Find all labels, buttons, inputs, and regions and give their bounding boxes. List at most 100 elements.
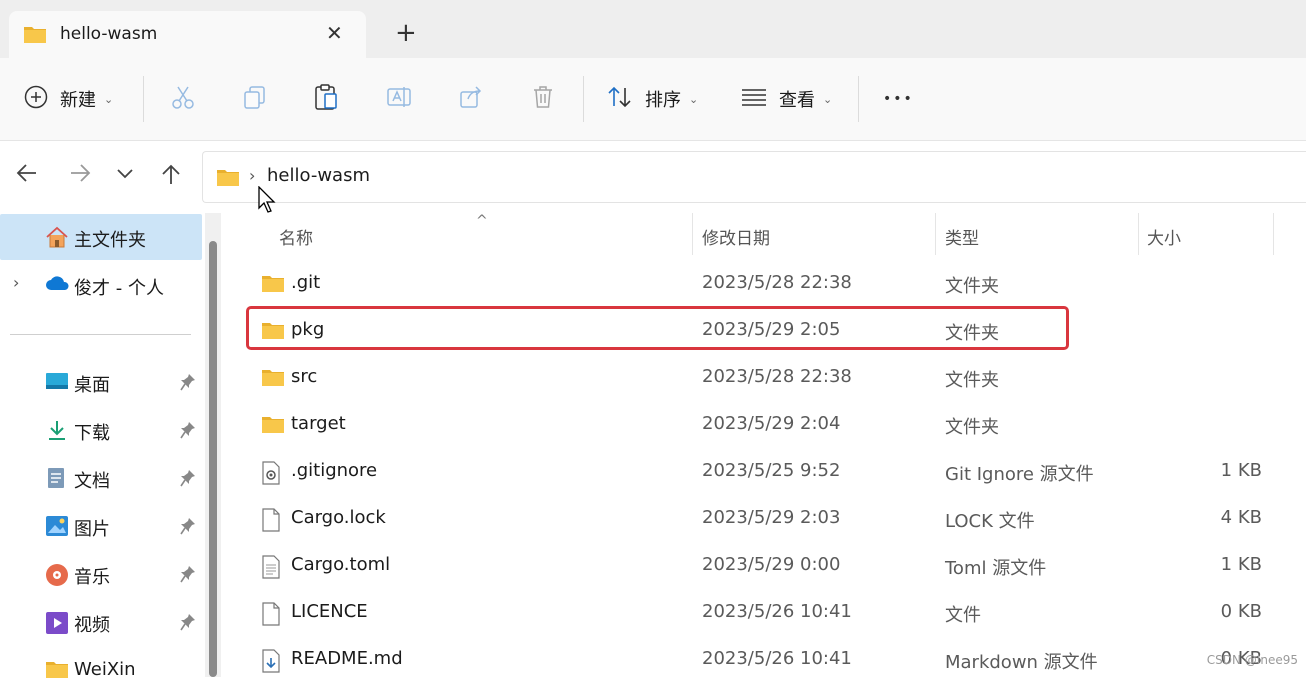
sidebar-divider bbox=[10, 334, 191, 335]
sort-button-label: 排序 bbox=[645, 90, 681, 111]
new-button[interactable]: 新建 ⌄ bbox=[24, 58, 113, 140]
new-button-label: 新建 bbox=[60, 90, 96, 111]
cut-button[interactable] bbox=[170, 58, 196, 140]
more-options-button[interactable]: ••• bbox=[883, 58, 914, 140]
file-row[interactable]: .gitignore 2023/5/25 9:52 Git Ignore 源文件 1 … bbox=[232, 448, 1306, 495]
copy-button[interactable] bbox=[242, 58, 268, 140]
pin-icon[interactable] bbox=[180, 613, 196, 635]
column-header-label: 修改日期 bbox=[702, 229, 770, 249]
chevron-down-icon bbox=[117, 169, 133, 179]
file-name: LICENCE bbox=[291, 601, 368, 622]
file-size: 4 KB bbox=[1220, 507, 1262, 528]
clipboard-icon bbox=[313, 83, 339, 115]
recent-locations-button[interactable] bbox=[116, 163, 134, 189]
toolbar-divider bbox=[583, 76, 584, 122]
pictures-icon bbox=[45, 515, 69, 541]
file-row[interactable]: .git 2023/5/28 22:38 文件夹 bbox=[232, 260, 1306, 307]
sidebar-item-desktop[interactable]: 桌面 bbox=[0, 359, 202, 405]
sidebar-item-weixin[interactable]: WeiXin bbox=[0, 647, 202, 693]
toolbar-divider bbox=[143, 76, 144, 122]
tab-hello-wasm[interactable]: hello-wasm ✕ bbox=[9, 11, 366, 58]
sidebar-item-label: 文档 bbox=[74, 471, 110, 492]
file-modified-date: 2023/5/28 22:38 bbox=[702, 272, 852, 293]
pin-icon[interactable] bbox=[180, 421, 196, 443]
pin-icon[interactable] bbox=[180, 469, 196, 491]
sidebar-item-onedrive[interactable]: › 俊才 - 个人 bbox=[0, 262, 202, 308]
share-button[interactable] bbox=[458, 58, 484, 140]
download-icon bbox=[45, 419, 69, 445]
rename-button[interactable] bbox=[386, 58, 412, 140]
toolbar-divider bbox=[858, 76, 859, 122]
sidebar-item-pictures[interactable]: 图片 bbox=[0, 503, 202, 549]
breadcrumb-hello-wasm[interactable]: hello-wasm bbox=[267, 165, 370, 186]
arrow-up-icon bbox=[162, 164, 180, 184]
address-bar[interactable]: › hello-wasm bbox=[202, 151, 1306, 203]
paste-button[interactable] bbox=[313, 58, 339, 140]
file-row[interactable]: Cargo.lock 2023/5/29 2:03 LOCK 文件 4 KB bbox=[232, 495, 1306, 542]
column-header-name[interactable]: 名称 bbox=[232, 213, 692, 257]
column-header-type[interactable]: 类型 bbox=[936, 213, 1138, 257]
music-icon bbox=[45, 563, 69, 591]
column-header-date[interactable]: 修改日期 bbox=[693, 213, 935, 257]
sidebar-item-documents[interactable]: 文档 bbox=[0, 455, 202, 501]
rename-icon bbox=[386, 84, 412, 114]
file-name: .git bbox=[291, 272, 321, 293]
pin-icon[interactable] bbox=[180, 565, 196, 587]
onedrive-icon bbox=[45, 274, 71, 296]
sort-icon bbox=[607, 85, 633, 113]
file-modified-date: 2023/5/25 9:52 bbox=[702, 460, 841, 481]
file-row[interactable]: src 2023/5/28 22:38 文件夹 bbox=[232, 354, 1306, 401]
sidebar-item-label: 主文件夹 bbox=[74, 230, 146, 251]
watermark: CSDN @Inee95 bbox=[1206, 653, 1298, 667]
up-button[interactable] bbox=[161, 163, 181, 191]
expand-chevron-icon[interactable]: › bbox=[13, 273, 19, 292]
sort-button[interactable]: 排序 ⌄ bbox=[607, 58, 698, 140]
sidebar-item-videos[interactable]: 视频 bbox=[0, 599, 202, 645]
config-file-icon bbox=[261, 461, 281, 489]
file-type: Toml 源文件 bbox=[945, 558, 1047, 579]
trash-icon bbox=[530, 84, 556, 114]
file-type: 文件夹 bbox=[945, 417, 999, 438]
mouse-cursor-icon bbox=[258, 185, 278, 218]
file-list: ^ 名称 修改日期 类型 大小 .git 2023/5/28 22:38 文件夹 pk… bbox=[232, 213, 1306, 677]
add-circle-icon bbox=[24, 85, 48, 113]
pin-icon[interactable] bbox=[180, 517, 196, 539]
navigation-pane: 主文件夹 › 俊才 - 个人 桌面 下载 文档 图片 音乐 视频 WeiXin bbox=[0, 213, 232, 680]
pin-icon[interactable] bbox=[180, 373, 196, 395]
file-row[interactable]: README.md 2023/5/26 10:41 Markdown 源文件 0 KB bbox=[232, 636, 1306, 683]
sidebar-item-home[interactable]: 主文件夹 bbox=[0, 214, 202, 260]
arrow-left-icon bbox=[16, 164, 36, 182]
file-icon bbox=[261, 602, 281, 630]
sidebar-scrollbar[interactable] bbox=[205, 213, 221, 677]
command-bar: 新建 ⌄ 排序 ⌄ 查看 ⌄ ••• bbox=[0, 58, 1306, 141]
file-modified-date: 2023/5/26 10:41 bbox=[702, 648, 852, 669]
home-icon bbox=[45, 226, 69, 252]
sidebar-item-label: 俊才 - 个人 bbox=[74, 278, 164, 299]
delete-button[interactable] bbox=[530, 58, 556, 140]
file-type: Git Ignore 源文件 bbox=[945, 464, 1094, 485]
back-button[interactable] bbox=[16, 163, 38, 189]
breadcrumb-separator[interactable]: › bbox=[249, 166, 255, 185]
chevron-down-icon: ⌄ bbox=[104, 92, 114, 106]
column-header-label: 名称 bbox=[279, 229, 313, 249]
tab-title: hello-wasm bbox=[60, 24, 158, 44]
file-row[interactable]: Cargo.toml 2023/5/29 0:00 Toml 源文件 1 KB bbox=[232, 542, 1306, 589]
close-tab-button[interactable]: ✕ bbox=[326, 22, 343, 44]
document-icon bbox=[45, 467, 67, 493]
sidebar-item-label: 桌面 bbox=[74, 375, 110, 396]
column-header-size[interactable]: 大小 bbox=[1139, 213, 1273, 257]
file-size: 0 KB bbox=[1220, 601, 1262, 622]
sidebar-item-music[interactable]: 音乐 bbox=[0, 551, 202, 597]
column-divider[interactable] bbox=[1273, 213, 1274, 255]
view-button[interactable]: 查看 ⌄ bbox=[741, 58, 832, 140]
chevron-down-icon: ⌄ bbox=[689, 92, 699, 106]
file-row[interactable]: target 2023/5/29 2:04 文件夹 bbox=[232, 401, 1306, 448]
folder-icon bbox=[261, 367, 285, 391]
new-tab-button[interactable]: + bbox=[395, 20, 417, 46]
file-row[interactable]: LICENCE 2023/5/26 10:41 文件 0 KB bbox=[232, 589, 1306, 636]
forward-button[interactable] bbox=[69, 163, 91, 189]
scrollbar-thumb[interactable] bbox=[209, 241, 217, 677]
more-icon: ••• bbox=[883, 91, 914, 107]
sidebar-item-downloads[interactable]: 下载 bbox=[0, 407, 202, 453]
file-name: Cargo.lock bbox=[291, 507, 386, 528]
